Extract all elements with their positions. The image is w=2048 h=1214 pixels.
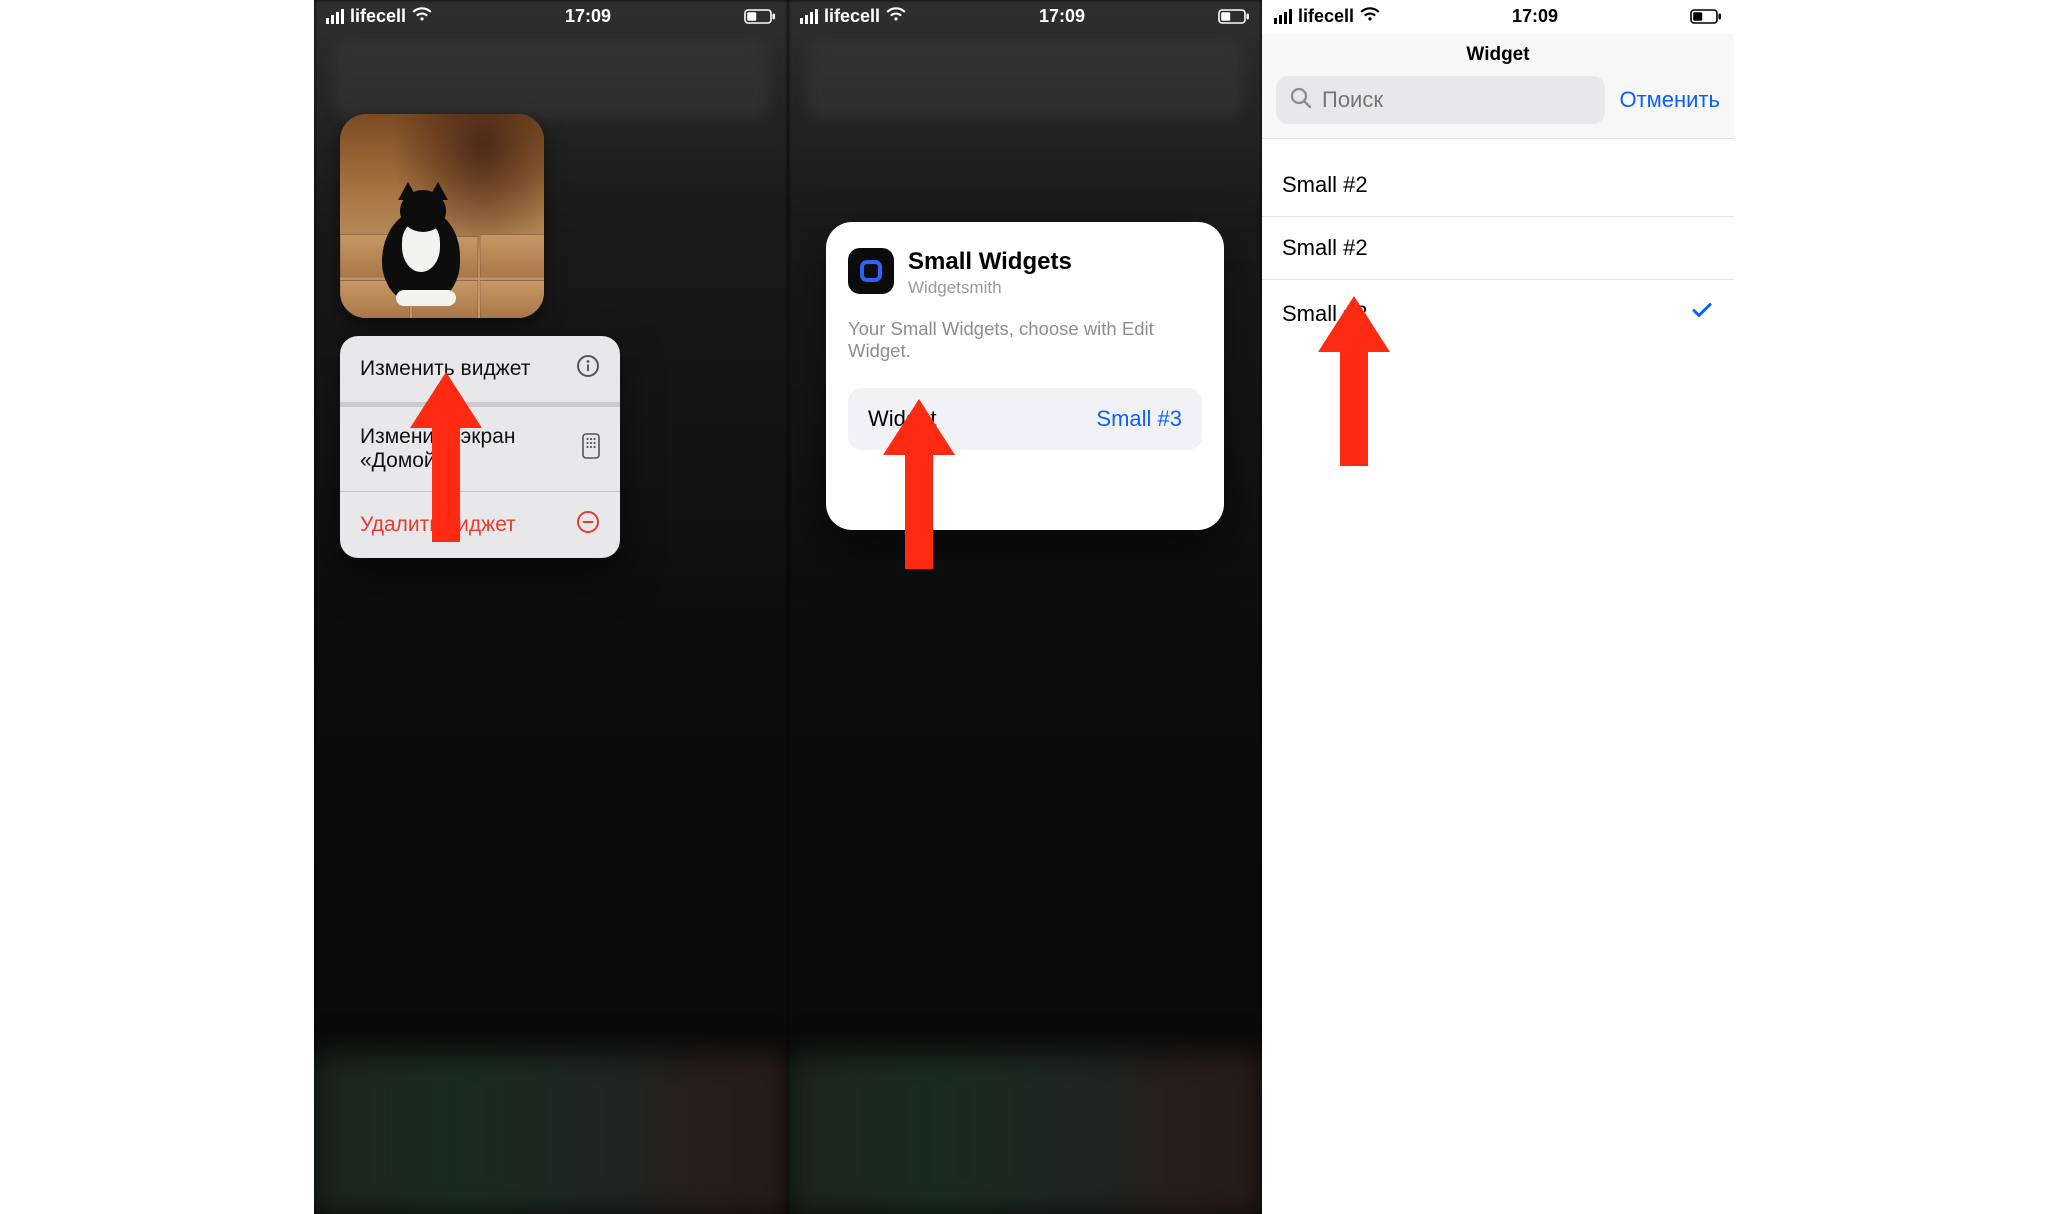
carrier-label: lifecell [824, 6, 880, 27]
search-icon [1290, 87, 1312, 114]
signal-icon [1274, 9, 1292, 24]
blurred-header [334, 38, 768, 118]
widget-row-value: Small #3 [1096, 406, 1182, 432]
dock-blur [314, 1054, 788, 1214]
option-label: Small #2 [1282, 172, 1368, 198]
apps-grid-icon [582, 433, 600, 465]
picker-option[interactable]: Small #2 [1262, 154, 1734, 216]
cancel-button[interactable]: Отменить [1619, 87, 1720, 113]
info-icon [576, 354, 600, 384]
battery-icon [1690, 9, 1722, 24]
status-bar: lifecell 17:09 [1262, 0, 1734, 32]
minus-circle-icon [576, 510, 600, 540]
battery-icon [1218, 9, 1250, 24]
photo-widget[interactable] [340, 114, 544, 318]
arrow-annotation [410, 372, 482, 542]
carrier-label: lifecell [1298, 6, 1354, 27]
screenshot-3: lifecell 17:09 Widget [1262, 0, 1734, 1214]
option-label: Small #2 [1282, 235, 1368, 261]
wifi-icon [412, 6, 432, 27]
signal-icon [326, 9, 344, 24]
picker-header: Widget Отменить [1262, 34, 1734, 139]
card-description: Your Small Widgets, choose with Edit Wid… [848, 318, 1202, 362]
wifi-icon [886, 6, 906, 27]
widgetsmith-icon [848, 248, 894, 294]
carrier-label: lifecell [350, 6, 406, 27]
signal-icon [800, 9, 818, 24]
blurred-header [808, 38, 1242, 118]
status-time: 17:09 [1039, 6, 1085, 27]
search-input-field[interactable] [1322, 87, 1591, 113]
dock-blur [788, 1054, 1262, 1214]
status-time: 17:09 [1512, 6, 1558, 27]
picker-option[interactable]: Small #2 [1262, 216, 1734, 279]
screenshot-1: lifecell 17:09 И [314, 0, 788, 1214]
arrow-annotation [883, 399, 955, 569]
status-bar: lifecell 17:09 [314, 0, 788, 32]
home-blur-bg [788, 0, 1262, 1214]
arrow-annotation [1318, 296, 1390, 466]
search-input[interactable] [1276, 76, 1605, 124]
card-subtitle: Widgetsmith [908, 278, 1072, 298]
picker-title: Widget [1262, 44, 1734, 66]
widget-photo [340, 114, 544, 318]
checkmark-icon [1690, 298, 1714, 329]
wifi-icon [1360, 6, 1380, 27]
battery-icon [744, 9, 776, 24]
screenshot-2: lifecell 17:09 Small Widgets Widgetsmith… [788, 0, 1262, 1214]
status-time: 17:09 [565, 6, 611, 27]
status-bar: lifecell 17:09 [788, 0, 1262, 32]
card-title: Small Widgets [908, 248, 1072, 276]
